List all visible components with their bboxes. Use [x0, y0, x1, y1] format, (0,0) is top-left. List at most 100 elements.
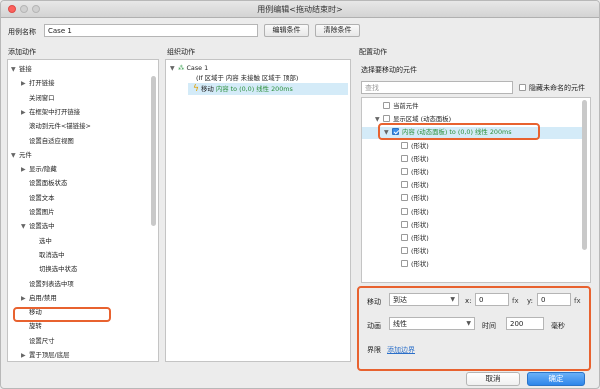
chevron-right-icon[interactable]: ▶	[21, 295, 29, 302]
action-item[interactable]: ▶ 显示/隐藏	[21, 164, 57, 173]
widget-checkbox[interactable]	[401, 207, 408, 215]
action-item[interactable]: ▶ 在框架中打开链接	[21, 107, 80, 116]
search-input[interactable]: 查找	[361, 81, 513, 94]
action-item[interactable]: ▶ 启用/禁用	[21, 293, 57, 302]
action-item-label: 滚动到元件<锚链接>	[29, 122, 91, 131]
widget-tree-item[interactable]: (形状)	[393, 246, 429, 255]
widget-checkbox[interactable]	[401, 194, 408, 202]
ms-label: 毫秒	[551, 322, 565, 330]
widget-tree-item[interactable]: (形状)	[393, 180, 429, 189]
x-input[interactable]: 0	[475, 293, 509, 306]
action-item[interactable]: ▼ 设置选中	[21, 221, 55, 230]
action-item-label: 打开链接	[29, 79, 55, 88]
action-item[interactable]: 设置图片	[21, 207, 55, 216]
widget-checkbox[interactable]	[401, 260, 408, 268]
chevron-down-icon[interactable]: ▼	[11, 66, 19, 73]
y-fx-button[interactable]: fx	[574, 297, 581, 305]
action-item-label: 选中	[39, 236, 52, 245]
organize-actions-title: 组织动作	[167, 48, 195, 56]
add-bounds-link[interactable]: 添加边界	[387, 345, 415, 355]
chevron-right-icon[interactable]: ▶	[21, 166, 29, 173]
widget-tree-item[interactable]: (形状)	[393, 259, 429, 268]
widget-checkbox[interactable]	[401, 154, 408, 162]
chevron-down-icon[interactable]: ▼	[11, 152, 19, 159]
widget-label: (形状)	[411, 154, 429, 163]
widget-checkbox[interactable]	[383, 115, 390, 123]
case-node[interactable]: ▼ ⁂ Case 1	[170, 64, 208, 72]
y-input[interactable]: 0	[537, 293, 571, 306]
widget-checkbox[interactable]	[401, 181, 408, 189]
action-detail: 内容 to (0,0) 线性 200ms	[215, 85, 293, 93]
widget-tree-item[interactable]: (形状)	[393, 233, 429, 242]
animation-select[interactable]: 线性 ▼	[389, 317, 475, 330]
widget-tree-item[interactable]: 当前元件	[375, 101, 419, 110]
action-item[interactable]: 关闭窗口	[21, 93, 55, 102]
edit-condition-button[interactable]: 编辑条件	[264, 24, 309, 37]
widget-checkbox[interactable]	[401, 141, 408, 149]
widget-label: (形状)	[411, 207, 429, 216]
hide-unnamed-box[interactable]	[519, 84, 526, 91]
right-scrollbar[interactable]	[582, 100, 587, 250]
widget-label: (形状)	[411, 194, 429, 203]
action-item[interactable]: 滚动到元件<锚链接>	[21, 121, 91, 130]
action-move-item[interactable]: ϟ 移动 内容 to (0,0) 线性 200ms	[193, 84, 293, 94]
hide-unnamed-checkbox[interactable]: 隐藏未命名的元件	[519, 83, 585, 93]
widget-tree-item[interactable]: ▼ 显示区域 (动态面板)	[375, 114, 451, 123]
action-item[interactable]: 选中	[31, 236, 52, 245]
widget-checkbox[interactable]	[401, 234, 408, 241]
action-item[interactable]: 设置文本	[21, 193, 55, 202]
action-item-label: 设置自适应视图	[29, 136, 74, 145]
widget-checkbox[interactable]	[383, 102, 390, 109]
widget-tree-item[interactable]: (形状)	[393, 220, 429, 229]
action-item[interactable]: ▶ 置于顶层/底层	[21, 350, 70, 359]
time-label: 时间	[482, 322, 496, 330]
move-action-highlight	[13, 307, 111, 322]
action-item[interactable]: ▼ 链接	[11, 64, 32, 73]
widget-tree-item[interactable]: (形状)	[393, 193, 429, 202]
chevron-right-icon[interactable]: ▶	[21, 80, 29, 87]
action-item[interactable]: ▼ 元件	[11, 150, 32, 159]
action-item-label: 启用/禁用	[29, 293, 57, 302]
chevron-right-icon[interactable]: ▶	[21, 109, 29, 116]
chevron-down-icon: ▼	[450, 296, 455, 303]
chevron-down-icon[interactable]: ▼	[21, 223, 29, 230]
action-item[interactable]: 切换选中状态	[31, 264, 77, 273]
widget-checkbox[interactable]	[401, 220, 408, 228]
widget-checkbox[interactable]	[401, 247, 408, 255]
action-item-label: 设置列表选中项	[29, 279, 74, 288]
action-item-label: 切换选中状态	[39, 265, 78, 274]
chevron-right-icon[interactable]: ▶	[21, 352, 29, 359]
action-item[interactable]: 设置尺寸	[21, 336, 55, 345]
widget-tree-item[interactable]: (形状)	[393, 154, 429, 163]
action-item[interactable]: 设置列表选中项	[21, 279, 74, 288]
widget-label: (形状)	[411, 220, 429, 229]
action-item-label: 关闭窗口	[29, 93, 55, 102]
action-item[interactable]: 取消选中	[31, 250, 65, 259]
move-type-value: 到达	[393, 296, 407, 304]
time-input[interactable]: 200	[506, 317, 544, 330]
action-item-label: 设置图片	[29, 208, 55, 216]
widget-label: 显示区域 (动态面板)	[393, 115, 452, 124]
action-item-label: 设置选中	[29, 222, 55, 231]
window-title: 用例编辑<拖动结束时>	[257, 5, 343, 14]
select-widget-label: 选择要移动的元件	[361, 66, 417, 74]
case-name-input[interactable]: Case 1	[44, 24, 258, 37]
x-fx-button[interactable]: fx	[512, 297, 519, 305]
action-prefix: 移动	[200, 85, 216, 93]
action-item[interactable]: 旋转	[21, 321, 42, 330]
action-item-label: 旋转	[29, 322, 42, 331]
action-item[interactable]: 设置面板状态	[21, 178, 67, 187]
move-type-select[interactable]: 到达 ▼	[389, 293, 459, 306]
cancel-button[interactable]: 取消	[466, 372, 520, 386]
clear-condition-button[interactable]: 清除条件	[315, 24, 360, 37]
move-label: 移动	[367, 298, 381, 306]
widget-tree-item[interactable]: (形状)	[393, 167, 429, 176]
action-item[interactable]: 设置自适应视图	[21, 136, 74, 145]
widget-tree-item[interactable]: (形状)	[393, 141, 429, 150]
animation-value: 线性	[393, 320, 407, 328]
widget-checkbox[interactable]	[401, 168, 408, 175]
action-item[interactable]: ▶ 打开链接	[21, 78, 55, 87]
widget-tree-item[interactable]: (形状)	[393, 207, 429, 216]
ok-button[interactable]: 确定	[527, 372, 585, 386]
left-scrollbar[interactable]	[151, 76, 156, 226]
